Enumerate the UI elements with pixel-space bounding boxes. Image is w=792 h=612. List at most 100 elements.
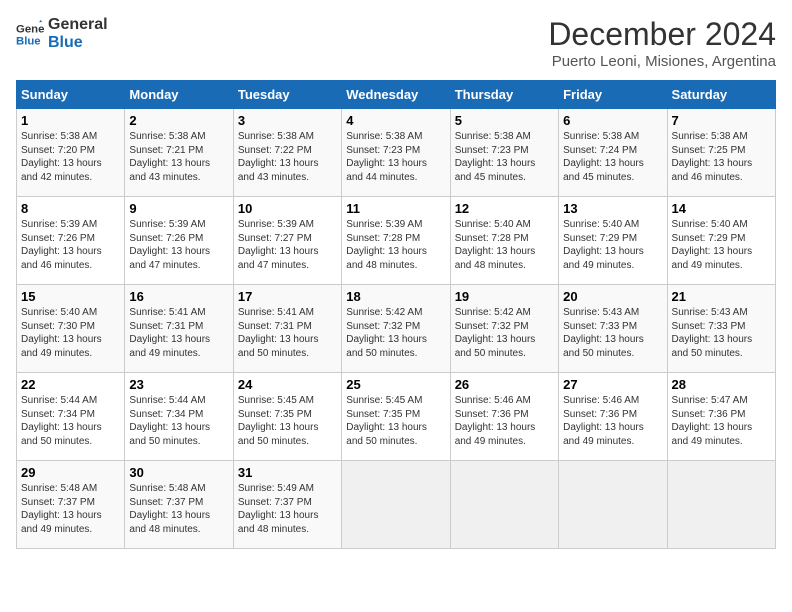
calendar-cell: 17Sunrise: 5:41 AM Sunset: 7:31 PM Dayli… <box>233 285 341 373</box>
title-area: December 2024 Puerto Leoni, Misiones, Ar… <box>548 16 776 70</box>
day-number: 18 <box>346 289 445 304</box>
day-number: 26 <box>455 377 554 392</box>
logo: General Blue General Blue <box>16 16 108 51</box>
calendar-week-3: 15Sunrise: 5:40 AM Sunset: 7:30 PM Dayli… <box>17 285 776 373</box>
calendar-cell: 12Sunrise: 5:40 AM Sunset: 7:28 PM Dayli… <box>450 197 558 285</box>
calendar-cell: 29 Sunrise: 5:48 AM Sunset: 7:37 PM Dayli… <box>17 461 125 549</box>
svg-text:Blue: Blue <box>16 35 41 47</box>
day-number: 4 <box>346 113 445 128</box>
calendar-week-1: 1Sunrise: 5:38 AM Sunset: 7:20 PM Daylig… <box>17 109 776 197</box>
day-number: 8 <box>21 201 120 216</box>
day-number: 27 <box>563 377 662 392</box>
day-number: 30 <box>129 465 228 480</box>
logo-icon: General Blue <box>16 20 44 48</box>
calendar-cell: 26 Sunrise: 5:46 AM Sunset: 7:36 PM Dayli… <box>450 373 558 461</box>
day-number: 9 <box>129 201 228 216</box>
day-info: Sunrise: 5:40 AM Sunset: 7:30 PM Dayligh… <box>21 306 120 360</box>
day-info: Sunrise: 5:39 AM Sunset: 7:26 PM Dayligh… <box>21 218 120 272</box>
day-info: Sunrise: 5:46 AM Sunset: 7:36 PM Dayligh… <box>455 394 554 448</box>
day-number: 31 <box>238 465 337 480</box>
day-number: 13 <box>563 201 662 216</box>
header-day-friday: Friday <box>559 81 667 109</box>
calendar-cell: 16 Sunrise: 5:41 AM Sunset: 7:31 PM Dayli… <box>125 285 233 373</box>
calendar-cell: 18 Sunrise: 5:42 AM Sunset: 7:32 PM Dayli… <box>342 285 450 373</box>
day-number: 25 <box>346 377 445 392</box>
day-number: 16 <box>129 289 228 304</box>
calendar-cell <box>450 461 558 549</box>
day-info: Sunrise: 5:43 AM Sunset: 7:33 PM Dayligh… <box>563 306 662 360</box>
calendar-cell: 25Sunrise: 5:45 AM Sunset: 7:35 PM Dayli… <box>342 373 450 461</box>
subtitle: Puerto Leoni, Misiones, Argentina <box>548 53 776 70</box>
header: General Blue General Blue December 2024 … <box>16 16 776 70</box>
day-info: Sunrise: 5:42 AM Sunset: 7:32 PM Dayligh… <box>455 306 554 360</box>
calendar-cell: 9 Sunrise: 5:39 AM Sunset: 7:26 PM Daylig… <box>125 197 233 285</box>
calendar-cell: 6Sunrise: 5:38 AM Sunset: 7:24 PM Daylig… <box>559 109 667 197</box>
month-title: December 2024 <box>548 16 776 53</box>
calendar-cell: 31Sunrise: 5:49 AM Sunset: 7:37 PM Dayli… <box>233 461 341 549</box>
calendar-cell <box>667 461 775 549</box>
day-number: 20 <box>563 289 662 304</box>
calendar-week-2: 8 Sunrise: 5:39 AM Sunset: 7:26 PM Daylig… <box>17 197 776 285</box>
day-info: Sunrise: 5:38 AM Sunset: 7:24 PM Dayligh… <box>563 130 662 184</box>
day-info: Sunrise: 5:47 AM Sunset: 7:36 PM Dayligh… <box>672 394 771 448</box>
logo-blue: Blue <box>48 34 108 52</box>
calendar-cell: 11Sunrise: 5:39 AM Sunset: 7:28 PM Dayli… <box>342 197 450 285</box>
header-day-tuesday: Tuesday <box>233 81 341 109</box>
day-info: Sunrise: 5:46 AM Sunset: 7:36 PM Dayligh… <box>563 394 662 448</box>
day-number: 5 <box>455 113 554 128</box>
calendar-cell: 20 Sunrise: 5:43 AM Sunset: 7:33 PM Dayli… <box>559 285 667 373</box>
day-number: 21 <box>672 289 771 304</box>
calendar-cell: 13 Sunrise: 5:40 AM Sunset: 7:29 PM Dayli… <box>559 197 667 285</box>
day-info: Sunrise: 5:48 AM Sunset: 7:37 PM Dayligh… <box>21 482 120 536</box>
header-day-sunday: Sunday <box>17 81 125 109</box>
calendar-cell: 8 Sunrise: 5:39 AM Sunset: 7:26 PM Daylig… <box>17 197 125 285</box>
header-day-wednesday: Wednesday <box>342 81 450 109</box>
day-number: 10 <box>238 201 337 216</box>
day-info: Sunrise: 5:41 AM Sunset: 7:31 PM Dayligh… <box>129 306 228 360</box>
day-info: Sunrise: 5:43 AM Sunset: 7:33 PM Dayligh… <box>672 306 771 360</box>
day-info: Sunrise: 5:41 AM Sunset: 7:31 PM Dayligh… <box>238 306 337 360</box>
header-day-monday: Monday <box>125 81 233 109</box>
day-number: 7 <box>672 113 771 128</box>
header-day-thursday: Thursday <box>450 81 558 109</box>
day-number: 22 <box>21 377 120 392</box>
day-number: 28 <box>672 377 771 392</box>
day-number: 24 <box>238 377 337 392</box>
calendar-cell: 24 Sunrise: 5:45 AM Sunset: 7:35 PM Dayli… <box>233 373 341 461</box>
header-row: SundayMondayTuesdayWednesdayThursdayFrid… <box>17 81 776 109</box>
calendar-week-5: 29 Sunrise: 5:48 AM Sunset: 7:37 PM Dayli… <box>17 461 776 549</box>
calendar-cell: 15Sunrise: 5:40 AM Sunset: 7:30 PM Dayli… <box>17 285 125 373</box>
day-info: Sunrise: 5:44 AM Sunset: 7:34 PM Dayligh… <box>21 394 120 448</box>
calendar-cell <box>342 461 450 549</box>
day-number: 23 <box>129 377 228 392</box>
day-number: 29 <box>21 465 120 480</box>
calendar-cell: 7Sunrise: 5:38 AM Sunset: 7:25 PM Daylig… <box>667 109 775 197</box>
day-info: Sunrise: 5:45 AM Sunset: 7:35 PM Dayligh… <box>238 394 337 448</box>
day-info: Sunrise: 5:38 AM Sunset: 7:21 PM Dayligh… <box>129 130 228 184</box>
calendar-week-4: 22 Sunrise: 5:44 AM Sunset: 7:34 PM Dayli… <box>17 373 776 461</box>
day-number: 1 <box>21 113 120 128</box>
day-info: Sunrise: 5:42 AM Sunset: 7:32 PM Dayligh… <box>346 306 445 360</box>
calendar-cell: 19 Sunrise: 5:42 AM Sunset: 7:32 PM Dayli… <box>450 285 558 373</box>
day-number: 14 <box>672 201 771 216</box>
day-info: Sunrise: 5:38 AM Sunset: 7:22 PM Dayligh… <box>238 130 337 184</box>
day-info: Sunrise: 5:40 AM Sunset: 7:29 PM Dayligh… <box>672 218 771 272</box>
day-number: 11 <box>346 201 445 216</box>
day-number: 12 <box>455 201 554 216</box>
day-info: Sunrise: 5:39 AM Sunset: 7:26 PM Dayligh… <box>129 218 228 272</box>
day-info: Sunrise: 5:44 AM Sunset: 7:34 PM Dayligh… <box>129 394 228 448</box>
page-container: General Blue General Blue December 2024 … <box>16 16 776 549</box>
calendar-cell <box>559 461 667 549</box>
day-number: 19 <box>455 289 554 304</box>
calendar-table: SundayMondayTuesdayWednesdayThursdayFrid… <box>16 80 776 549</box>
calendar-cell: 3 Sunrise: 5:38 AM Sunset: 7:22 PM Daylig… <box>233 109 341 197</box>
day-info: Sunrise: 5:48 AM Sunset: 7:37 PM Dayligh… <box>129 482 228 536</box>
day-info: Sunrise: 5:38 AM Sunset: 7:23 PM Dayligh… <box>455 130 554 184</box>
calendar-cell: 21 Sunrise: 5:43 AM Sunset: 7:33 PM Dayli… <box>667 285 775 373</box>
header-day-saturday: Saturday <box>667 81 775 109</box>
calendar-cell: 28 Sunrise: 5:47 AM Sunset: 7:36 PM Dayli… <box>667 373 775 461</box>
logo-general: General <box>48 16 108 34</box>
calendar-cell: 27 Sunrise: 5:46 AM Sunset: 7:36 PM Dayli… <box>559 373 667 461</box>
day-number: 3 <box>238 113 337 128</box>
day-info: Sunrise: 5:40 AM Sunset: 7:29 PM Dayligh… <box>563 218 662 272</box>
